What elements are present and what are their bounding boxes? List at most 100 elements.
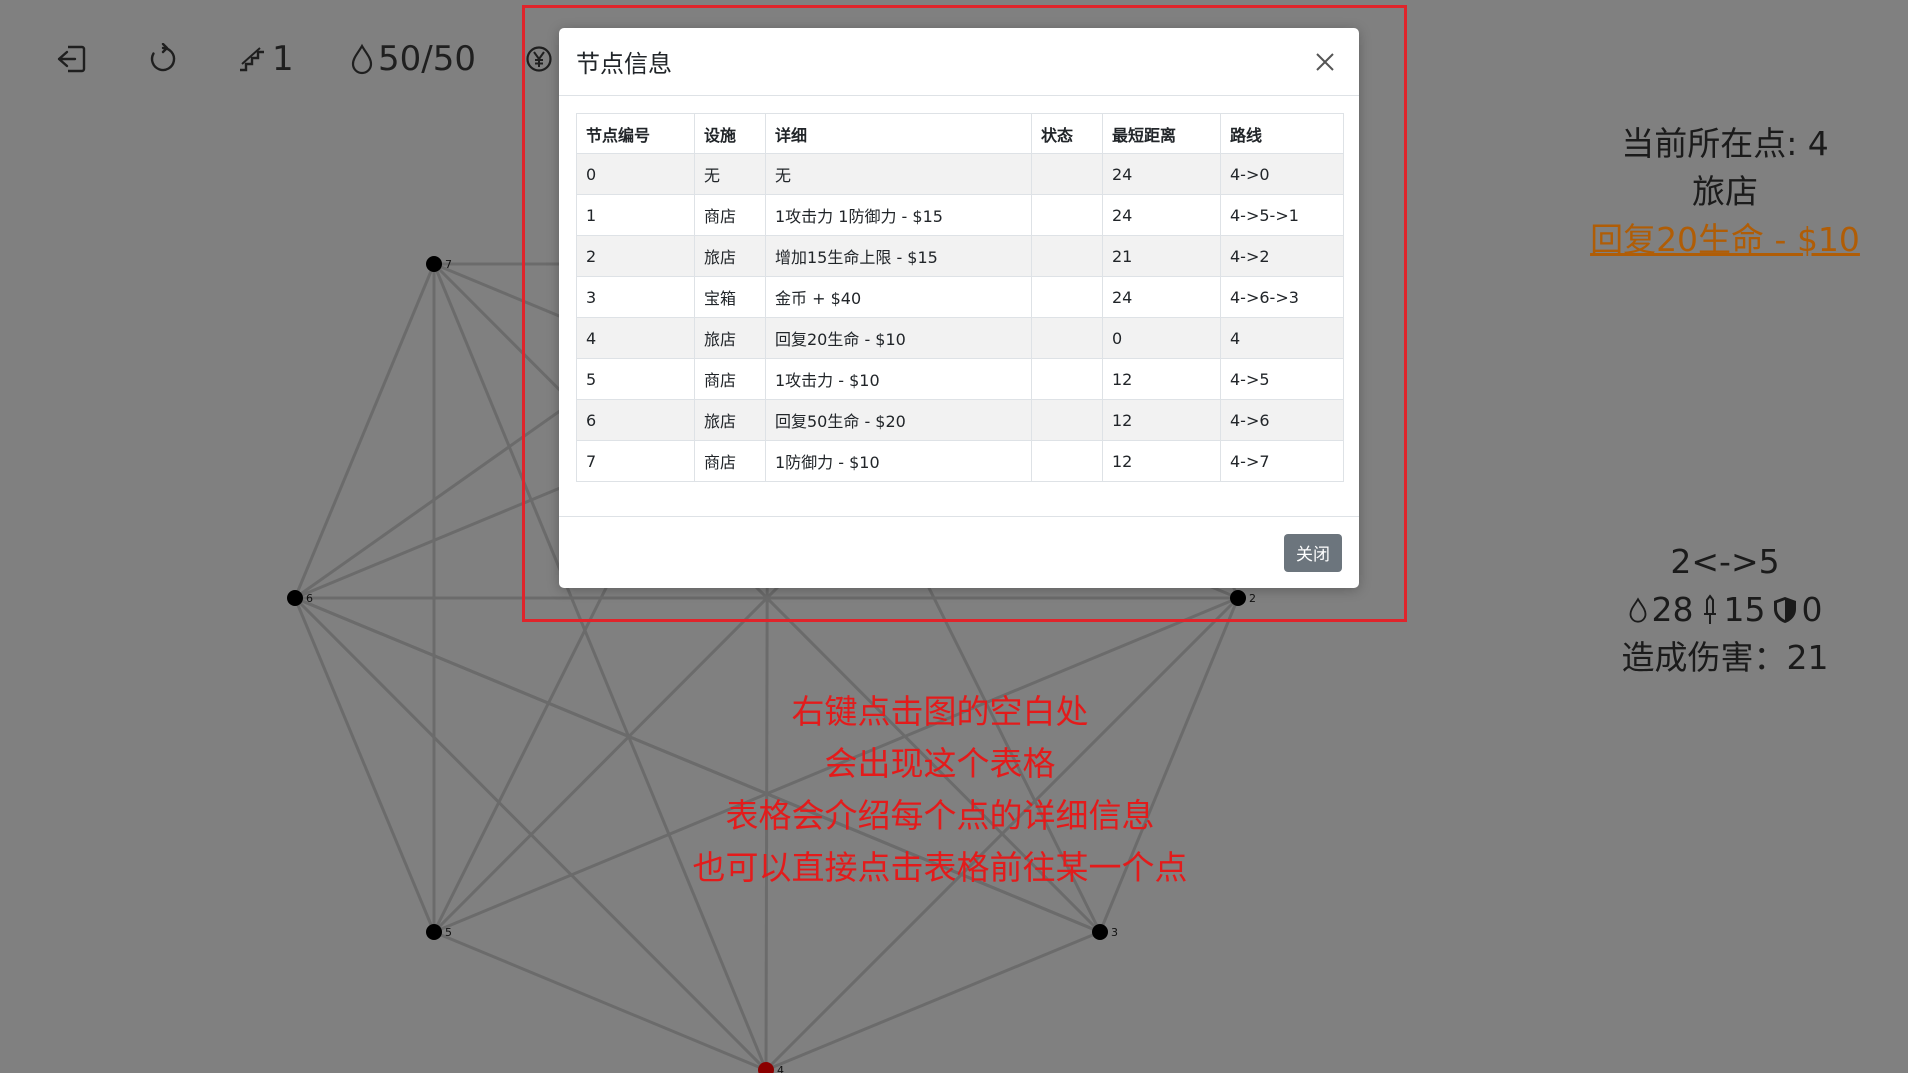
exit-icon <box>57 45 86 73</box>
table-cell: 21 <box>1102 235 1221 277</box>
table-cell: 0 <box>1102 317 1221 359</box>
table-cell: 商店 <box>694 358 766 400</box>
graph-node-label: 5 <box>445 926 452 939</box>
table-row[interactable]: 3 宝箱 金币 + $40 24 4->6->3 <box>576 276 1344 318</box>
table-row[interactable]: 1 商店 1攻击力 1防御力 - $15 24 4->5->1 <box>576 194 1344 236</box>
table-cell <box>1031 235 1103 277</box>
graph-node-label: 3 <box>1111 926 1118 939</box>
graph-node-3[interactable] <box>1092 924 1108 940</box>
table-cell: 宝箱 <box>694 276 766 318</box>
modal-title: 节点信息 <box>576 50 672 78</box>
restart-button[interactable] <box>147 43 179 75</box>
table-cell <box>1031 358 1103 400</box>
table-cell: 6 <box>576 399 695 441</box>
sword-icon <box>1703 594 1716 624</box>
enemy-defense: 0 <box>1772 586 1823 634</box>
hp-value: 50/50 <box>378 39 476 79</box>
table-row[interactable]: 0 无无 24 4->0 <box>576 153 1344 195</box>
table-header-cell: 状态 <box>1031 113 1103 154</box>
edge-info-panel: 2<->5 28 15 0 造成伤害：21 <box>1540 538 1908 682</box>
coin-icon <box>526 46 552 72</box>
floor-value: 1 <box>272 39 294 79</box>
close-button[interactable]: 关闭 <box>1284 533 1342 572</box>
node-info-table: 节点编号 设施 详细 状态 最短距离 路线 0 无无 24 4->0 1 商店 1攻击力 1防御力 -… <box>576 113 1344 482</box>
table-header-cell: 设施 <box>694 113 766 154</box>
table-cell: 2 <box>576 235 695 277</box>
graph-node-5[interactable] <box>426 924 442 940</box>
graph-node-6[interactable] <box>287 590 303 606</box>
current-node-panel: 当前所在点: 4 旅店 回复20生命 - $10 <box>1540 120 1908 264</box>
gold-indicator <box>525 45 553 73</box>
table-row[interactable]: 4 旅店 回复20生命 - $10 0 4 <box>576 317 1344 359</box>
annotation-line-1: 右键点击图的空白处 <box>791 692 1089 731</box>
table-row[interactable]: 2 旅店 增加15生命上限 - $15 21 4->2 <box>576 235 1344 277</box>
current-node-facility: 旅店 <box>1692 172 1758 211</box>
table-cell: 12 <box>1102 358 1221 400</box>
floor-indicator: 1 <box>238 39 294 79</box>
tutorial-annotation: 右键点击图的空白处 会出现这个表格 表格会介绍每个点的详细信息 也可以直接点击表… <box>600 686 1280 894</box>
table-row[interactable]: 7 商店 1防御力 - $10 12 4->7 <box>576 440 1344 482</box>
table-cell: 24 <box>1102 276 1221 318</box>
table-header-cell: 路线 <box>1220 113 1344 154</box>
table-row[interactable]: 5 商店 1攻击力 - $10 12 4->5 <box>576 358 1344 400</box>
table-cell: 4 <box>576 317 695 359</box>
table-cell: 24 <box>1102 194 1221 236</box>
table-header-cell: 最短距离 <box>1102 113 1221 154</box>
table-cell: 商店 <box>694 194 766 236</box>
graph-node-2[interactable] <box>1230 590 1246 606</box>
table-cell <box>1031 276 1103 318</box>
table-cell: 0 <box>576 153 695 195</box>
table-cell: 商店 <box>694 440 766 482</box>
edge-label: 2<->5 <box>1670 542 1780 581</box>
table-cell: 无 <box>765 153 1032 195</box>
enemy-stats: 28 15 0 <box>1540 586 1908 634</box>
table-cell: 4->6 <box>1220 399 1344 441</box>
table-cell: 1攻击力 1防御力 - $15 <box>765 194 1032 236</box>
table-cell: 4 <box>1220 317 1344 359</box>
table-header-cell: 节点编号 <box>576 113 695 154</box>
exit-button[interactable] <box>55 42 89 76</box>
restart-icon <box>150 43 176 72</box>
table-cell: 旅店 <box>694 235 766 277</box>
graph-node-label: 6 <box>306 592 313 605</box>
modal-close-button[interactable] <box>1308 45 1342 79</box>
annotation-line-4: 也可以直接点击表格前往某一个点 <box>692 848 1188 887</box>
damage-label: 造成伤害：21 <box>1621 638 1829 677</box>
table-cell: 4->7 <box>1220 440 1344 482</box>
table-cell: 12 <box>1102 399 1221 441</box>
close-icon <box>1316 52 1334 71</box>
enemy-hp: 28 <box>1628 586 1694 634</box>
table-cell: 12 <box>1102 440 1221 482</box>
stairs-icon <box>240 47 264 72</box>
node-info-modal: 节点信息 节点编号 设施 详细 状态 最短距离 路线 0 无无 24 4->0 1 商店 1攻击力 1… <box>559 28 1359 588</box>
table-cell: 4->2 <box>1220 235 1344 277</box>
graph-node-7[interactable] <box>426 256 442 272</box>
graph-node-label: 7 <box>445 258 452 271</box>
table-cell: 5 <box>576 358 695 400</box>
current-node-label: 当前所在点: 4 <box>1621 124 1829 163</box>
annotation-line-3: 表格会介绍每个点的详细信息 <box>725 796 1155 835</box>
table-cell <box>1031 194 1103 236</box>
table-cell <box>1031 440 1103 482</box>
table-cell <box>1031 153 1103 195</box>
graph-node-label: 4 <box>777 1064 784 1073</box>
droplet-icon <box>351 43 373 75</box>
enemy-attack: 15 <box>1700 586 1766 634</box>
table-cell: 1防御力 - $10 <box>765 440 1032 482</box>
shield-icon <box>1773 597 1796 623</box>
graph-edge[interactable] <box>765 930 1101 1072</box>
table-row[interactable]: 6 旅店 回复50生命 - $20 12 4->6 <box>576 399 1344 441</box>
table-cell: 1攻击力 - $10 <box>765 358 1032 400</box>
table-cell: 7 <box>576 440 695 482</box>
table-cell: 回复50生命 - $20 <box>765 399 1032 441</box>
table-cell: 4->5->1 <box>1220 194 1344 236</box>
table-cell: 无 <box>694 153 766 195</box>
table-cell: 4->5 <box>1220 358 1344 400</box>
hp-indicator: 50/50 <box>350 39 476 79</box>
graph-node-label: 2 <box>1249 592 1256 605</box>
modal-body: 节点编号 设施 详细 状态 最短距离 路线 0 无无 24 4->0 1 商店 1攻击力 1防御力 -… <box>559 96 1359 482</box>
facility-action-link[interactable]: 回复20生命 - $10 <box>1540 216 1908 264</box>
table-cell: 4->6->3 <box>1220 276 1344 318</box>
table-cell <box>1031 399 1103 441</box>
table-cell: 1 <box>576 194 695 236</box>
